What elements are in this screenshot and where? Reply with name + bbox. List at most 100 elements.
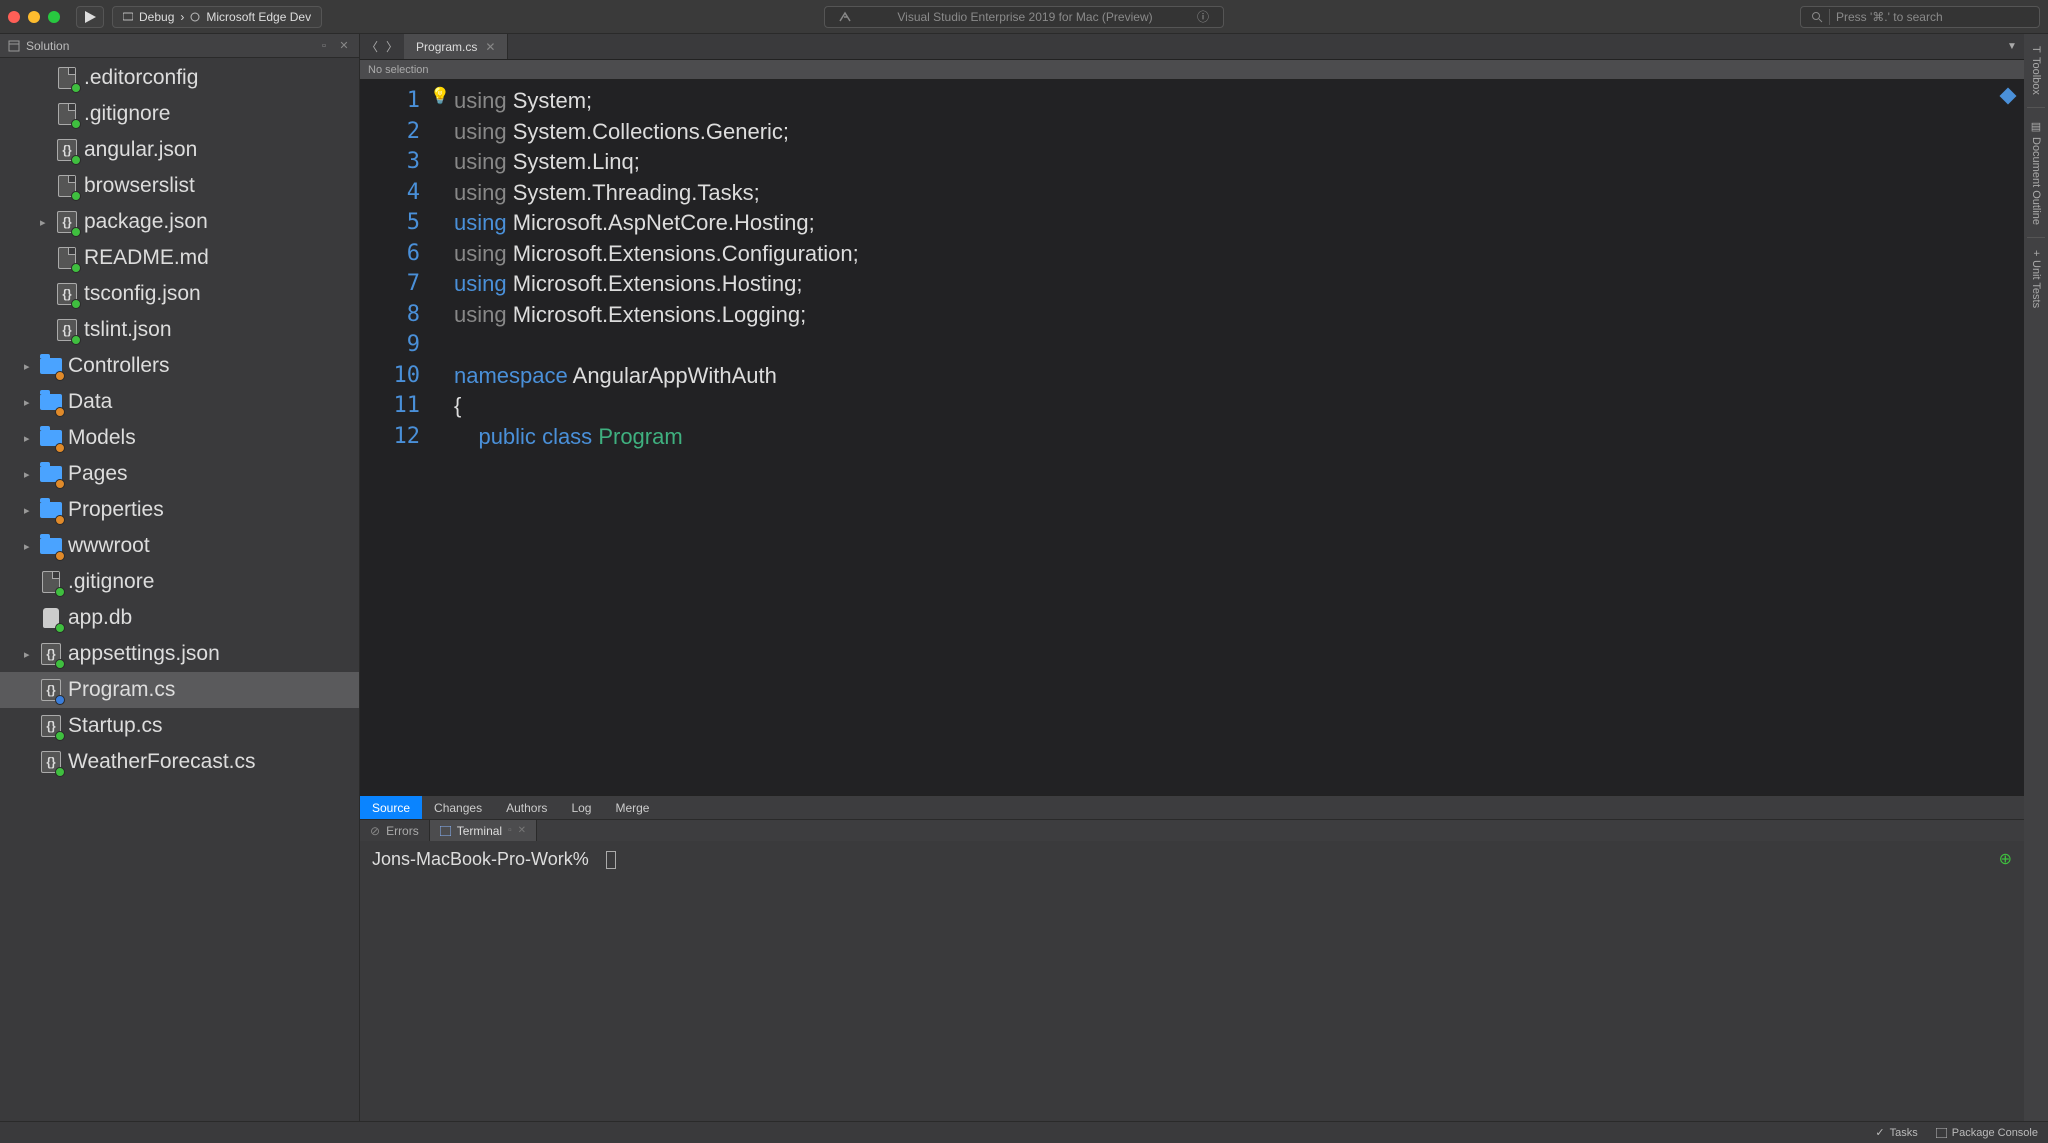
tree-item-models[interactable]: ▸ Models	[0, 420, 359, 456]
run-button[interactable]	[76, 6, 104, 28]
code-line[interactable]: using Microsoft.AspNetCore.Hosting;	[454, 208, 2024, 239]
window-controls	[8, 11, 60, 23]
tree-item-label: Models	[68, 426, 136, 450]
tree-item-label: browserslist	[84, 174, 195, 198]
console-icon	[1936, 1128, 1947, 1138]
errors-tab[interactable]: ⊘ Errors	[360, 820, 430, 841]
search-box[interactable]: Press '⌘.' to search	[1800, 6, 2040, 28]
close-window-icon[interactable]	[8, 11, 20, 23]
code-line[interactable]: public class Program	[454, 422, 2024, 453]
hint-column: 💡	[430, 80, 454, 795]
line-number: 1	[360, 86, 420, 117]
editor-tab-program[interactable]: Program.cs ✕	[404, 34, 508, 59]
breadcrumb-bar[interactable]: No selection	[360, 60, 2024, 80]
tab-close-icon[interactable]: ✕	[518, 825, 526, 836]
expander-icon[interactable]: ▸	[24, 468, 34, 481]
nav-forward-icon[interactable]: 〉	[386, 38, 398, 55]
panel-close-icon[interactable]: ✕	[337, 39, 351, 53]
tree-item-pages[interactable]: ▸Pages	[0, 456, 359, 492]
line-number: 2	[360, 117, 420, 148]
nav-back-icon[interactable]: 〈	[366, 38, 378, 55]
code-line[interactable]: using System.Collections.Generic;	[454, 117, 2024, 148]
file-icon	[56, 101, 78, 127]
status-badge	[55, 623, 65, 633]
terminal-icon	[440, 826, 451, 836]
tree-item-tslint-json[interactable]: {}tslint.json	[0, 312, 359, 348]
tab-label: Program.cs	[416, 40, 477, 54]
panel-title: Solution	[26, 39, 69, 53]
sc-tab-changes[interactable]: Changes	[422, 796, 494, 819]
status-badge	[71, 119, 81, 129]
solution-tree[interactable]: .editorconfig.gitignore{}angular.jsonbro…	[0, 58, 359, 1121]
expander-icon[interactable]: ▸	[24, 432, 34, 445]
config-label: Debug	[139, 10, 174, 24]
sc-tab-source[interactable]: Source	[360, 796, 422, 819]
code-line[interactable]: using System.Linq;	[454, 147, 2024, 178]
code-line[interactable]: namespace AngularAppWithAuth	[454, 361, 2024, 392]
tree-item-program-cs[interactable]: {}Program.cs	[0, 672, 359, 708]
terminal-tab[interactable]: Terminal ▫ ✕	[430, 820, 537, 841]
tree-item-appsettings-json[interactable]: ▸{}appsettings.json	[0, 636, 359, 672]
lightbulb-icon[interactable]: 💡	[430, 86, 454, 106]
tree-item-properties[interactable]: ▸Properties	[0, 492, 359, 528]
code-line[interactable]: using Microsoft.Extensions.Logging;	[454, 300, 2024, 331]
panel-undock-icon[interactable]: ▫	[317, 39, 331, 53]
device-icon	[123, 12, 133, 22]
file-icon	[56, 65, 78, 91]
tab-undock-icon[interactable]: ▫	[508, 825, 512, 836]
tree-item-controllers[interactable]: ▸Controllers	[0, 348, 359, 384]
code-lines[interactable]: using System;using System.Collections.Ge…	[454, 80, 2024, 795]
rail-tab-toolbox[interactable]: T Toolbox	[2028, 38, 2044, 103]
tree-item--gitignore[interactable]: .gitignore	[0, 564, 359, 600]
code-line[interactable]: using System.Threading.Tasks;	[454, 178, 2024, 209]
tree-item-browserslist[interactable]: browserslist	[0, 168, 359, 204]
check-icon: ✓	[1875, 1126, 1884, 1139]
rail-tab-doc-outline[interactable]: ▤ Document Outline	[2028, 112, 2045, 233]
run-configuration[interactable]: Debug › Microsoft Edge Dev	[112, 6, 322, 28]
status-package-console[interactable]: Package Console	[1936, 1127, 2038, 1139]
expander-icon[interactable]: ▸	[24, 360, 34, 373]
expander-icon[interactable]: ▸	[40, 216, 50, 229]
tab-close-icon[interactable]: ✕	[485, 40, 495, 54]
tree-item-angular-json[interactable]: {}angular.json	[0, 132, 359, 168]
code-editor[interactable]: 123456789101112 💡 using System;using Sys…	[360, 80, 2024, 795]
rail-separator	[2027, 237, 2045, 238]
expander-icon[interactable]: ▸	[24, 504, 34, 517]
terminal-pane[interactable]: Jons-MacBook-Pro-Work% ⊕	[360, 841, 2024, 1121]
folder-icon	[40, 389, 62, 415]
code-line[interactable]: using Microsoft.Extensions.Configuration…	[454, 239, 2024, 270]
status-badge	[55, 551, 65, 561]
tree-item-tsconfig-json[interactable]: {}tsconfig.json	[0, 276, 359, 312]
zoom-window-icon[interactable]	[48, 11, 60, 23]
tree-item-weatherforecast-cs[interactable]: {}WeatherForecast.cs	[0, 744, 359, 780]
expander-icon[interactable]: ▸	[24, 396, 34, 409]
tree-item-data[interactable]: ▸Data	[0, 384, 359, 420]
tree-item--gitignore[interactable]: .gitignore	[0, 96, 359, 132]
sc-tab-log[interactable]: Log	[559, 796, 603, 819]
terminal-add-icon[interactable]: ⊕	[1999, 849, 2012, 869]
expander-icon[interactable]: ▸	[24, 648, 34, 661]
code-line[interactable]: using Microsoft.Extensions.Hosting;	[454, 269, 2024, 300]
tree-item-wwwroot[interactable]: ▸wwwroot	[0, 528, 359, 564]
sc-tab-merge[interactable]: Merge	[603, 796, 661, 819]
info-icon[interactable]: ⓘ	[1197, 8, 1209, 25]
sc-tab-authors[interactable]: Authors	[494, 796, 559, 819]
tree-item-readme-md[interactable]: README.md	[0, 240, 359, 276]
tab-overflow-icon[interactable]: ▼	[2000, 34, 2024, 59]
status-badge	[71, 335, 81, 345]
status-tasks[interactable]: ✓ Tasks	[1875, 1126, 1917, 1139]
tree-item-startup-cs[interactable]: {}Startup.cs	[0, 708, 359, 744]
minimize-window-icon[interactable]	[28, 11, 40, 23]
tree-item-package-json[interactable]: ▸{}package.json	[0, 204, 359, 240]
code-line[interactable]	[454, 330, 2024, 361]
code-line[interactable]: {	[454, 391, 2024, 422]
expander-icon[interactable]: ▸	[24, 540, 34, 553]
rail-tab-unit-tests[interactable]: + Unit Tests	[2028, 242, 2044, 317]
tree-item--editorconfig[interactable]: .editorconfig	[0, 60, 359, 96]
tree-item-app-db[interactable]: app.db	[0, 600, 359, 636]
status-badge	[71, 83, 81, 93]
status-badge	[71, 227, 81, 237]
code-line[interactable]: using System;	[454, 86, 2024, 117]
status-badge	[55, 479, 65, 489]
json-icon: {}	[40, 641, 62, 667]
